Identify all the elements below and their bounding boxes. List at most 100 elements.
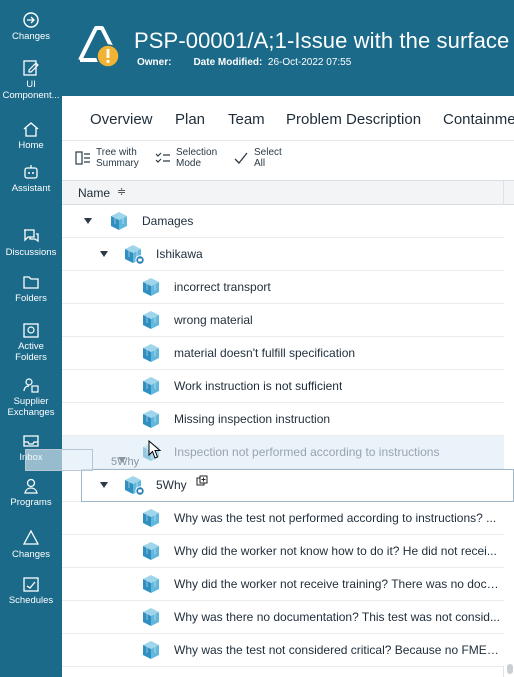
nav-label-programs: Programs [10,497,52,508]
tab-bar: Overview Plan Team Problem Description C… [62,96,514,141]
tree-row[interactable]: Work instruction is not sufficient [62,370,504,403]
name-column-label: Name [78,186,111,200]
tree-row[interactable]: wrong material [62,304,504,337]
issue-warning-icon [78,26,120,68]
active-folders-icon [23,323,39,338]
vertical-scrollbar[interactable] [507,664,513,674]
cube-icon [143,575,159,593]
tree-row[interactable]: Missing inspection instruction [62,403,504,436]
nav-item-active-folders[interactable]: Active Folders [0,320,62,363]
tree-row-label: wrong material [174,313,253,327]
tab-problem-description[interactable]: Problem Description [286,111,421,128]
cube-icon [143,608,159,626]
nav-label-supplier-exchanges: Supplier Exchanges [7,396,55,418]
nav-label-ui-component: UI Component... [2,79,60,101]
nav-item-changes-2[interactable]: Changes [0,528,62,560]
selection-mode-label: Selection Mode [176,147,218,169]
tree-row-label: Why was the test not performed according… [174,511,497,525]
issue-meta: Owner: Date Modified: 26-Oct-2022 07:55 [137,57,351,68]
cube-icon [143,278,159,296]
tree-row[interactable]: 5Why [62,469,514,502]
analysis-cube-icon [125,245,145,265]
home-icon [23,122,39,137]
nav-item-discussions[interactable]: Discussions [0,226,62,258]
tab-containment[interactable]: Containme [443,111,514,128]
copy-badge-icon [196,475,208,486]
nav-label-folders: Folders [15,293,47,304]
nav-label-assistant: Assistant [11,183,51,194]
tree-with-summary-button[interactable]: Tree with Summary [74,147,139,169]
name-column-header[interactable]: Name ≑ [62,181,514,205]
programs-icon [24,478,38,494]
folder-icon [23,276,39,289]
nav-item-schedules[interactable]: Schedules [0,574,62,606]
tree-row-label: Why was there no documentation? This tes… [174,610,500,624]
tree-row[interactable]: Why did the worker not know how to do it… [62,535,504,568]
tree-summary-icon [75,151,90,165]
selection-mode-button[interactable]: Selection Mode [154,147,217,169]
expand-arrow-icon[interactable] [100,481,108,489]
expand-arrow-icon[interactable] [100,250,108,258]
tab-overview[interactable]: Overview [90,111,153,128]
tree-row-label: Why was the test not considered critical… [174,643,500,657]
change-triangle-icon [22,529,40,545]
owner-label: Owner: [137,57,172,68]
assistant-icon [24,165,38,179]
cube-icon [143,344,159,362]
drag-label: 5Why [111,456,140,468]
expand-arrow-icon[interactable] [84,217,92,225]
tree-row-label: 5Why [156,478,187,492]
cube-icon [143,509,159,527]
cube-icon [111,212,127,230]
tree-row[interactable]: Why was the test not performed according… [62,502,504,535]
nav-label-schedules: Schedules [8,595,54,606]
tree-row-label: Missing inspection instruction [174,412,331,426]
selection-mode-icon [155,152,170,163]
tree-row-label: material doesn't fulfill specification [174,346,356,360]
tree-row[interactable]: Ishikawa [62,238,504,271]
inbox-icon [23,435,39,447]
cube-icon [143,410,159,428]
nav-item-folders[interactable]: Folders [0,272,62,304]
tree-row[interactable]: incorrect transport [62,271,504,304]
tree-row[interactable]: Why was there no documentation? This tes… [62,601,504,634]
sort-icon[interactable]: ≑ [117,185,126,198]
nav-item-ui-component[interactable]: UI Component... [0,58,62,101]
tree-row-label: Why did the worker not know how to do it… [174,544,497,558]
tab-team[interactable]: Team [228,111,265,128]
tree-table: Damages Ishikawa incorrect transport wro… [62,205,514,677]
nav-item-changes[interactable]: Changes [0,10,62,42]
tree-row[interactable]: Damages [62,205,504,238]
nav-label-changes-2: Changes [11,549,51,560]
cube-icon [143,311,159,329]
supplier-exchanges-icon [23,378,39,393]
tree-row-label: Damages [142,214,194,228]
nav-label-changes: Changes [11,31,51,42]
date-modified-value: 26-Oct-2022 07:55 [267,57,352,68]
schedules-icon [23,577,39,592]
tree-row-label: Inspection not performed according to in… [174,445,440,459]
discussions-icon [24,229,39,243]
nav-item-home[interactable]: Home [0,119,62,151]
tree-row-label: Work instruction is not sufficient [174,379,343,393]
cube-icon [143,377,159,395]
pointer-cursor-icon [148,440,162,459]
tree-row-label: incorrect transport [174,280,271,294]
tree-row[interactable]: Why was the test not considered critical… [62,634,504,667]
nav-item-supplier-exchanges[interactable]: Supplier Exchanges [0,375,62,418]
nav-item-programs[interactable]: Programs [0,476,62,508]
cube-icon [143,641,159,659]
cube-icon [143,542,159,560]
tree-row[interactable]: Why did the worker not receive training?… [62,568,504,601]
tab-plan[interactable]: Plan [175,111,205,128]
nav-label-home: Home [18,140,44,151]
issue-title: PSP-00001/A;1-Issue with the surface [134,28,510,53]
date-modified-label: Date Modified: [193,57,263,68]
select-all-button[interactable]: Select All [232,147,282,169]
tree-row[interactable]: material doesn't fulfill specification [62,337,504,370]
tree-row-label: Ishikawa [156,247,203,261]
tree-toolbar: Tree with Summary Selection Mode Select … [62,141,514,181]
nav-item-assistant[interactable]: Assistant [0,162,62,194]
select-all-label: Select All [254,147,282,169]
issue-header: PSP-00001/A;1-Issue with the surface Own… [62,0,514,96]
